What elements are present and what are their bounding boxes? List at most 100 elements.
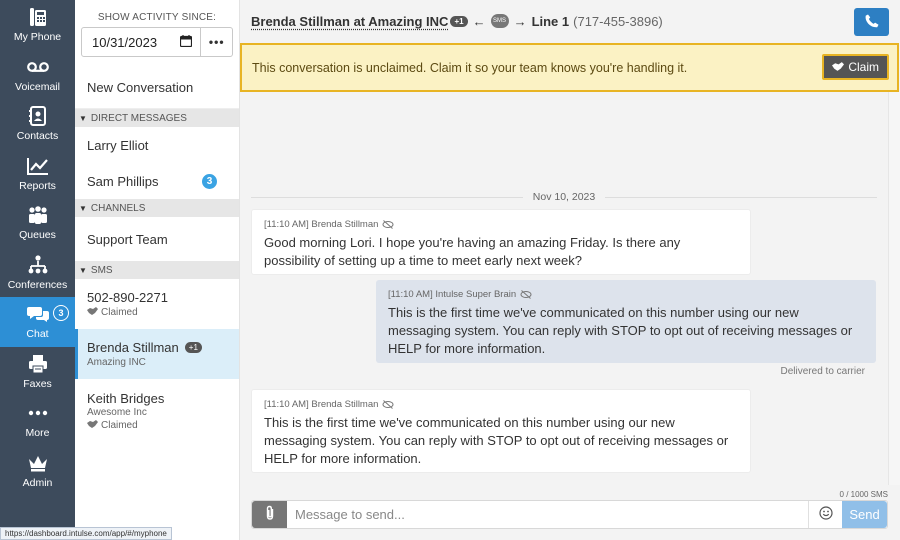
nav-item-more[interactable]: More — [0, 396, 75, 446]
section-label: DIRECT MESSAGES — [90, 112, 187, 124]
message-meta-text: [11:10 AM] Intulse Super Brain — [388, 289, 517, 300]
conversation-item[interactable]: Larry Elliot — [75, 127, 239, 163]
section-direct-messages[interactable]: ▼ DIRECT MESSAGES — [75, 109, 239, 127]
handshake-icon — [832, 60, 845, 74]
conversation-panel: Brenda Stillman at Amazing INC +1 ← SMS … — [240, 0, 900, 540]
attach-button[interactable] — [252, 501, 287, 528]
new-conversation-button[interactable]: New Conversation — [75, 67, 239, 109]
section-channels[interactable]: ▼ CHANNELS — [75, 199, 239, 217]
nav-item-voicemail[interactable]: Voicemail — [0, 50, 75, 100]
claimed-label: Claimed — [101, 420, 138, 431]
message-meta: [11:10 AM] Brenda Stillman — [264, 219, 738, 230]
conversation-title: Brenda Stillman at Amazing INC +1 ← SMS … — [251, 14, 663, 29]
nav-item-chat[interactable]: Chat 3 — [0, 297, 75, 347]
message-composer: Send — [251, 500, 888, 529]
conversation-item[interactable]: 502-890-2271 Claimed — [75, 279, 239, 329]
nav-item-conferences[interactable]: Conferences — [0, 248, 75, 298]
nav-label: Faxes — [23, 377, 52, 390]
browser-status-url: https://dashboard.intulse.com/app/#/myph… — [0, 527, 172, 540]
line-number: (717-455-3896) — [573, 13, 663, 29]
delivery-status: Delivered to carrier — [780, 366, 865, 377]
section-label: CHANNELS — [90, 202, 146, 214]
ellipsis-icon — [27, 402, 49, 424]
conversation-item-selected[interactable]: Brenda Stillman +1 Amazing INC — [75, 329, 239, 379]
message-thread[interactable]: Nov 10, 2023 [11:10 AM] Brenda Stillman … — [240, 92, 888, 485]
message-meta: [11:10 AM] Intulse Super Brain — [388, 289, 864, 300]
send-button[interactable]: Send — [842, 501, 887, 528]
message-incoming[interactable]: [11:10 AM] Brenda Stillman Good morning … — [251, 209, 751, 275]
claimed-status: Claimed — [87, 420, 138, 431]
crown-icon — [27, 452, 49, 474]
nav-label: Contacts — [16, 130, 59, 143]
sms-char-counter: 0 / 1000 SMS — [839, 490, 888, 499]
conversation-company: Awesome Inc — [87, 407, 147, 418]
conversation-item[interactable]: Sam Phillips 3 — [75, 163, 239, 199]
chat-unread-badge: 3 — [53, 305, 69, 321]
section-sms[interactable]: ▼ SMS — [75, 261, 239, 279]
message-incoming[interactable]: [11:10 AM] Brenda Stillman This is the f… — [251, 389, 751, 473]
date-separator: Nov 10, 2023 — [251, 190, 877, 204]
unclaimed-banner: This conversation is unclaimed. Claim it… — [240, 43, 899, 92]
conversation-list: SHOW ACTIVITY SINCE: 10/31/2023 ••• New … — [75, 0, 240, 540]
nav-item-reports[interactable]: Reports — [0, 149, 75, 199]
people-group-icon — [27, 204, 49, 226]
unread-count-badge: 3 — [202, 173, 217, 189]
nav-item-faxes[interactable]: Faxes — [0, 347, 75, 397]
arrow-left-icon: ← — [472, 13, 486, 29]
nav-label: Admin — [22, 476, 53, 489]
emoji-button[interactable] — [808, 501, 842, 528]
conversation-item[interactable]: Keith Bridges Awesome Inc Claimed — [75, 379, 239, 443]
conversation-name: Support Team — [87, 231, 168, 247]
caret-down-icon: ▼ — [79, 203, 87, 213]
nav-label: My Phone — [13, 31, 62, 44]
conversation-name: 502-890-2271 — [87, 290, 168, 305]
plus-badge: +1 — [450, 15, 468, 27]
eye-slash-icon — [382, 400, 394, 409]
nav-rail: My Phone Voicemail Contacts Reports Queu… — [0, 0, 75, 540]
conversation-name: Sam Phillips — [87, 173, 159, 189]
since-date-input[interactable]: 10/31/2023 — [81, 27, 202, 57]
nav-item-admin[interactable]: Admin — [0, 446, 75, 496]
message-meta-text: [11:10 AM] Brenda Stillman — [264, 399, 379, 410]
nav-label: Reports — [19, 179, 56, 192]
conversation-name: Keith Bridges — [87, 391, 165, 406]
conversation-name: Larry Elliot — [87, 137, 149, 153]
message-input[interactable] — [287, 501, 808, 528]
nav-label: Queues — [19, 229, 56, 242]
nav-label: Chat — [26, 328, 49, 341]
arrow-right-icon: → — [513, 13, 527, 29]
claimed-status: Claimed — [87, 307, 138, 318]
conversation-header: Brenda Stillman at Amazing INC +1 ← SMS … — [240, 0, 900, 42]
desk-phone-icon — [27, 6, 49, 28]
nav-item-queues[interactable]: Queues — [0, 198, 75, 248]
printer-icon — [27, 353, 49, 375]
calendar-icon — [180, 34, 193, 50]
paperclip-icon — [264, 505, 276, 524]
section-label: SMS — [90, 264, 113, 276]
message-outgoing[interactable]: [11:10 AM] Intulse Super Brain This is t… — [376, 280, 876, 363]
eye-slash-icon — [520, 290, 532, 299]
thread-scrollbar[interactable] — [888, 92, 900, 485]
message-body: Good morning Lori. I hope you're having … — [264, 235, 681, 268]
voicemail-icon — [26, 56, 49, 78]
message-meta-text: [11:10 AM] Brenda Stillman — [264, 219, 379, 230]
caret-down-icon: ▼ — [79, 265, 87, 275]
sms-tag: SMS — [490, 14, 509, 28]
eye-slash-icon — [382, 220, 394, 229]
nav-label: Conferences — [7, 278, 68, 291]
conversation-company: Amazing INC — [87, 357, 146, 368]
claim-button[interactable]: Claim — [822, 54, 889, 80]
activity-filter: SHOW ACTIVITY SINCE: 10/31/2023 ••• — [75, 0, 239, 57]
filter-more-button[interactable]: ••• — [201, 27, 233, 57]
message-meta: [11:10 AM] Brenda Stillman — [264, 399, 738, 410]
nav-item-contacts[interactable]: Contacts — [0, 99, 75, 149]
conversation-item[interactable]: Support Team — [75, 217, 239, 261]
call-button[interactable] — [854, 8, 889, 36]
claimed-label: Claimed — [101, 307, 138, 318]
nav-label: More — [25, 427, 50, 440]
contact-link[interactable]: Brenda Stillman at Amazing INC — [251, 14, 448, 29]
nav-label: Voicemail — [15, 80, 60, 93]
handshake-icon — [87, 307, 98, 318]
smiley-icon — [818, 506, 833, 523]
nav-item-my-phone[interactable]: My Phone — [0, 0, 75, 50]
